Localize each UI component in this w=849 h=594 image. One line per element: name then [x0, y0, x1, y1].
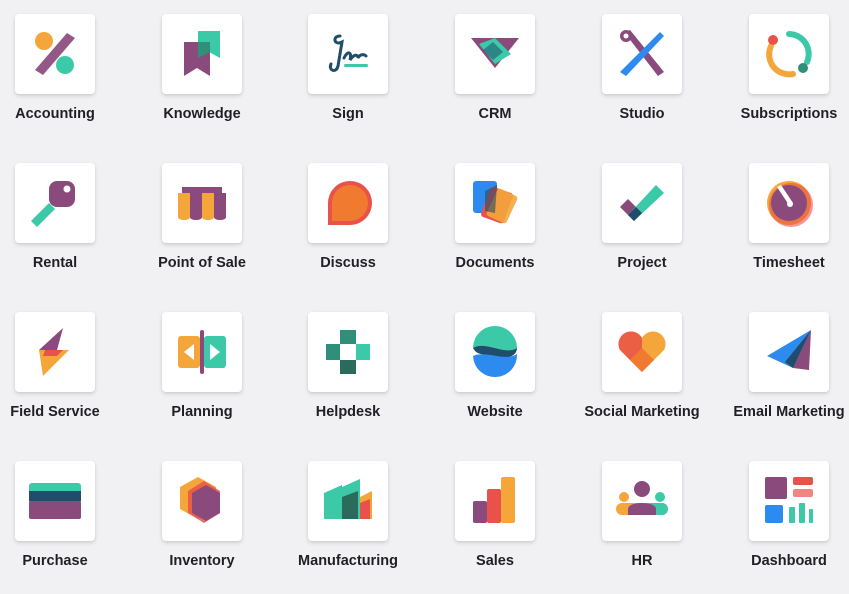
app-tile[interactable] [749, 312, 829, 392]
app-tile[interactable] [162, 461, 242, 541]
app-documents[interactable]: Documents [422, 149, 568, 289]
app-tile[interactable] [162, 312, 242, 392]
planning-icon [178, 330, 226, 374]
app-tile[interactable] [749, 14, 829, 94]
app-label: Project [617, 255, 667, 271]
app-label: Manufacturing [298, 553, 398, 569]
manufacturing-icon [324, 479, 372, 519]
app-tile[interactable] [602, 14, 682, 94]
app-tile[interactable] [602, 163, 682, 243]
app-crm[interactable]: CRM [422, 0, 568, 140]
email-marketing-icon [767, 330, 811, 370]
knowledge-icon [184, 31, 220, 76]
timesheet-icon [767, 181, 813, 227]
app-label: Helpdesk [315, 404, 381, 420]
sign-icon [328, 34, 368, 72]
app-tile[interactable] [15, 461, 95, 541]
app-tile[interactable] [455, 312, 535, 392]
app-tile[interactable] [749, 461, 829, 541]
app-subscriptions[interactable]: Subscriptions [716, 0, 849, 140]
app-grid: Accounting Knowledge Sign CRM Studio Sub… [0, 0, 849, 594]
purchase-icon [29, 483, 81, 519]
app-tile[interactable] [308, 312, 388, 392]
website-icon [473, 326, 518, 378]
dashboard-icon [765, 477, 813, 523]
helpdesk-icon [326, 330, 370, 374]
app-tile[interactable] [15, 14, 95, 94]
app-tile[interactable] [15, 312, 95, 392]
app-website[interactable]: Website [422, 298, 568, 438]
app-label: CRM [478, 106, 512, 122]
documents-icon [473, 181, 518, 224]
project-icon [620, 185, 664, 221]
app-label: Sales [476, 553, 514, 569]
app-dashboard[interactable]: Dashboard [716, 447, 849, 587]
crm-icon [471, 38, 519, 68]
app-label: Dashboard [751, 553, 827, 569]
studio-icon [620, 30, 664, 76]
accounting-icon [35, 32, 75, 75]
app-inventory[interactable]: Inventory [129, 447, 275, 587]
app-email-marketing[interactable]: Email Marketing [716, 298, 849, 438]
app-discuss[interactable]: Discuss [275, 149, 421, 289]
app-label: Social Marketing [584, 404, 700, 420]
app-social-marketing[interactable]: Social Marketing [569, 298, 715, 438]
app-label: Website [467, 404, 523, 420]
app-manufacturing[interactable]: Manufacturing [275, 447, 421, 587]
app-tile[interactable] [602, 461, 682, 541]
app-label: Point of Sale [158, 255, 246, 271]
app-label: Planning [171, 404, 233, 420]
app-timesheet[interactable]: Timesheet [716, 149, 849, 289]
app-label: Documents [455, 255, 535, 271]
rental-icon [31, 181, 75, 227]
app-tile[interactable] [455, 163, 535, 243]
app-label: Sign [332, 106, 364, 122]
app-rental[interactable]: Rental [0, 149, 128, 289]
app-tile[interactable] [308, 14, 388, 94]
app-tile[interactable] [15, 163, 95, 243]
app-purchase[interactable]: Purchase [0, 447, 128, 587]
app-point-of-sale[interactable]: Point of Sale [129, 149, 275, 289]
app-label: Purchase [22, 553, 88, 569]
app-knowledge[interactable]: Knowledge [129, 0, 275, 140]
app-tile[interactable] [162, 163, 242, 243]
app-label: HR [631, 553, 653, 569]
app-tile[interactable] [455, 461, 535, 541]
app-label: Discuss [320, 255, 376, 271]
app-label: Field Service [10, 404, 100, 420]
app-tile[interactable] [602, 312, 682, 392]
point-of-sale-icon [178, 187, 226, 220]
app-helpdesk[interactable]: Helpdesk [275, 298, 421, 438]
app-studio[interactable]: Studio [569, 0, 715, 140]
app-accounting[interactable]: Accounting [0, 0, 128, 140]
app-label: Timesheet [753, 255, 825, 271]
sales-icon [473, 477, 515, 523]
app-hr[interactable]: HR [569, 447, 715, 587]
app-tile[interactable] [308, 461, 388, 541]
app-label: Studio [619, 106, 665, 122]
app-label: Rental [32, 255, 78, 271]
app-project[interactable]: Project [569, 149, 715, 289]
discuss-icon [328, 181, 372, 225]
app-tile[interactable] [749, 163, 829, 243]
app-tile[interactable] [455, 14, 535, 94]
app-sales[interactable]: Sales [422, 447, 568, 587]
inventory-icon [180, 477, 220, 523]
app-label: Subscriptions [740, 106, 838, 122]
app-planning[interactable]: Planning [129, 298, 275, 438]
field-service-icon [39, 328, 69, 376]
app-field-service[interactable]: Field Service [0, 298, 128, 438]
app-label: Accounting [15, 106, 95, 122]
app-label: Email Marketing [733, 404, 845, 420]
social-marketing-icon [618, 331, 666, 372]
app-label: Inventory [169, 553, 235, 569]
app-sign[interactable]: Sign [275, 0, 421, 140]
app-label: Knowledge [163, 106, 241, 122]
app-tile[interactable] [308, 163, 388, 243]
hr-icon [616, 481, 668, 515]
subscriptions-icon [766, 31, 812, 78]
app-tile[interactable] [162, 14, 242, 94]
